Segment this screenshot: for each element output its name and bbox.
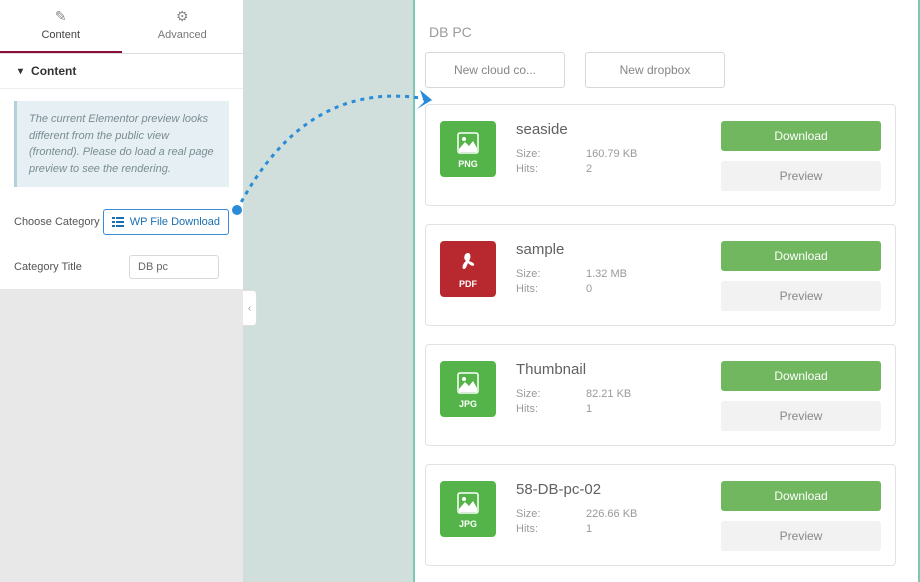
new-dropbox-button[interactable]: New dropbox: [585, 52, 725, 88]
size-value: 82.21 KB: [586, 388, 631, 400]
hits-label: Hits:: [516, 163, 586, 175]
wp-file-download-button[interactable]: WP File Download: [103, 209, 229, 235]
download-button[interactable]: Download: [721, 121, 881, 151]
choose-category-label: Choose Category: [14, 216, 103, 228]
hits-value: 2: [586, 163, 592, 175]
notice-container: The current Elementor preview looks diff…: [0, 89, 243, 199]
download-button[interactable]: Download: [721, 361, 881, 391]
file-info: sample Size:1.32 MBHits:0: [516, 241, 701, 298]
download-button[interactable]: Download: [721, 241, 881, 271]
file-title: sample: [516, 241, 701, 258]
tab-bar: ✎ Content ⚙ Advanced: [0, 0, 243, 54]
preview-button[interactable]: Preview: [721, 521, 881, 551]
file-actions: Download Preview: [721, 361, 881, 431]
chevron-down-icon: ▾: [18, 66, 23, 77]
size-label: Size:: [516, 508, 586, 520]
preview-notice: The current Elementor preview looks diff…: [14, 101, 229, 187]
hits-value: 1: [586, 523, 592, 535]
size-label: Size:: [516, 388, 586, 400]
tab-advanced-label: Advanced: [158, 29, 207, 41]
file-info: Thumbnail Size:82.21 KBHits:1: [516, 361, 701, 418]
file-info: seaside Size:160.79 KBHits:2: [516, 121, 701, 178]
category-title-label: Category Title: [14, 261, 129, 273]
file-card: PNG seaside Size:160.79 KBHits:2 Download Pr…: [425, 104, 896, 206]
hits-value: 0: [586, 283, 592, 295]
tab-advanced[interactable]: ⚙ Advanced: [122, 0, 244, 53]
category-title-input[interactable]: [129, 255, 219, 279]
section-title: Content: [31, 64, 76, 78]
canvas-gap: ‹: [243, 0, 413, 582]
file-thumb-jpg-icon: JPG: [440, 481, 496, 537]
preview-button[interactable]: Preview: [721, 401, 881, 431]
pencil-icon: ✎: [55, 8, 67, 25]
page-preview: DB PC New cloud co... New dropbox PNG sea…: [413, 0, 920, 582]
gear-icon: ⚙: [176, 8, 189, 25]
row-category-title: Category Title: [0, 245, 243, 289]
preview-button[interactable]: Preview: [721, 281, 881, 311]
chevron-left-icon: ‹: [248, 303, 251, 314]
section-header[interactable]: ▾ Content: [0, 54, 243, 89]
file-actions: Download Preview: [721, 121, 881, 191]
size-label: Size:: [516, 268, 586, 280]
preview-top-buttons: New cloud co... New dropbox: [425, 52, 896, 88]
preview-title: DB PC: [429, 24, 896, 40]
file-title: 58-DB-pc-02: [516, 481, 701, 498]
tab-content-label: Content: [41, 29, 80, 41]
preview-button[interactable]: Preview: [721, 161, 881, 191]
file-actions: Download Preview: [721, 241, 881, 311]
editor-sidebar: ✎ Content ⚙ Advanced ▾ Content The curre…: [0, 0, 243, 582]
wp-file-download-label: WP File Download: [130, 216, 220, 228]
collapse-sidebar-button[interactable]: ‹: [243, 290, 257, 326]
file-thumb-pdf-icon: PDF: [440, 241, 496, 297]
size-value: 226.66 KB: [586, 508, 637, 520]
file-thumb-png-icon: PNG: [440, 121, 496, 177]
file-title: seaside: [516, 121, 701, 138]
file-actions: Download Preview: [721, 481, 881, 551]
hits-label: Hits:: [516, 283, 586, 295]
size-value: 160.79 KB: [586, 148, 637, 160]
size-label: Size:: [516, 148, 586, 160]
file-title: Thumbnail: [516, 361, 701, 378]
hits-label: Hits:: [516, 523, 586, 535]
file-info: 58-DB-pc-02 Size:226.66 KBHits:1: [516, 481, 701, 538]
row-choose-category: Choose Category WP File Download: [0, 199, 243, 245]
new-cloud-button[interactable]: New cloud co...: [425, 52, 565, 88]
file-card: JPG Thumbnail Size:82.21 KBHits:1 Download P…: [425, 344, 896, 446]
file-card: JPG 58-DB-pc-02 Size:226.66 KBHits:1 Downlo…: [425, 464, 896, 566]
hits-value: 1: [586, 403, 592, 415]
file-thumb-jpg-icon: JPG: [440, 361, 496, 417]
file-list: PNGseasideSize:160.79 KBHits:2DownloadPr…: [425, 104, 896, 566]
tab-content[interactable]: ✎ Content: [0, 0, 122, 53]
list-icon: [112, 217, 124, 227]
download-button[interactable]: Download: [721, 481, 881, 511]
file-card: PDF sample Size:1.32 MBHits:0 Download Previ…: [425, 224, 896, 326]
hits-label: Hits:: [516, 403, 586, 415]
size-value: 1.32 MB: [586, 268, 627, 280]
